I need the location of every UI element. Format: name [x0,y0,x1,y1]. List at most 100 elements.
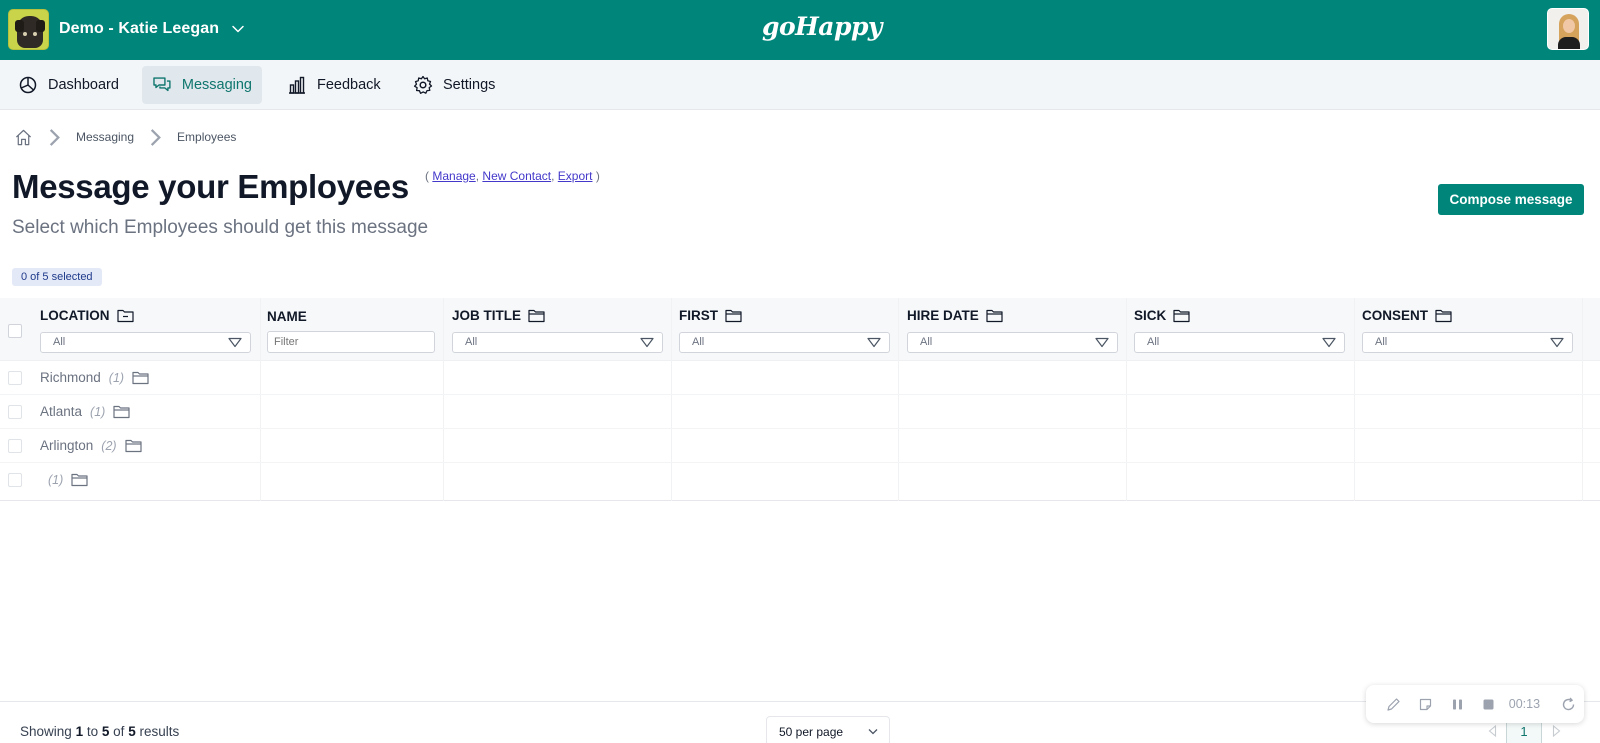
folder-icon[interactable] [986,308,1003,323]
table-row[interactable]: Richmond (1) [0,361,1600,395]
name-filter-input[interactable] [267,331,435,353]
group-label[interactable]: Arlington (2) [40,438,142,453]
account-avatar [8,8,49,50]
nav-item-label: Dashboard [48,77,119,93]
folder-icon[interactable] [124,438,142,453]
restart-button[interactable] [1552,689,1584,719]
page-subtitle: Select which Employees should get this m… [12,217,429,238]
consent-filter-select[interactable]: All [1362,332,1573,353]
table-row[interactable]: (1) [0,463,1600,497]
links-close-paren: ) [595,169,600,183]
results-summary: Showing 1 to 5 of 5 results [20,724,180,739]
note-icon [1419,698,1432,710]
pie-chart-icon [19,76,37,94]
job-title-filter-select[interactable]: All [452,332,663,353]
folder-icon[interactable] [1173,308,1190,323]
export-link[interactable]: Export [558,169,593,183]
account-name: Demo - Katie Leegan [59,20,220,37]
nav-item-dashboard[interactable]: Dashboard [8,66,129,104]
links-comma: , [551,169,555,183]
column-header-job-title[interactable]: JOB TITLE [452,308,545,323]
nav-item-feedback[interactable]: Feedback [277,66,391,104]
group-count: (1) [48,472,64,487]
column-header-location[interactable]: LOCATION [40,308,134,323]
sick-filter-select[interactable]: All [1134,332,1345,353]
chevron-left-icon [1488,725,1496,737]
column-header-name[interactable]: NAME [267,309,307,324]
chevron-right-icon [49,128,60,146]
dropdown-triangle-icon [228,337,242,348]
nav-item-messaging[interactable]: Messaging [142,66,262,104]
row-checkbox[interactable] [8,371,22,385]
dog-photo [15,15,45,48]
nav-item-label: Messaging [181,77,252,93]
per-page-select[interactable]: 50 per page [766,716,890,743]
group-count: (1) [90,404,106,419]
selection-count-badge: 0 of 5 selected [12,268,102,286]
group-label[interactable]: (1) [40,472,88,487]
chevron-right-icon [1552,725,1560,737]
column-header-first[interactable]: FIRST [679,308,742,323]
select-all-checkbox[interactable] [8,324,22,338]
group-count: (2) [101,438,117,453]
pause-icon [1452,699,1462,709]
account-switcher[interactable]: Demo - Katie Leegan [8,8,245,50]
folder-icon[interactable] [113,404,130,419]
column-header-hire-date[interactable]: HIRE DATE [907,308,1003,323]
dropdown-triangle-icon [640,337,654,348]
stop-icon [1483,699,1494,709]
user-avatar[interactable] [1547,8,1589,50]
screen-recorder-toolbar: 00:13 [1366,685,1584,723]
breadcrumb-messaging[interactable]: Messaging [76,130,134,144]
title-links: ( Manage, New Contact, Export ) [425,169,600,183]
page-title: Message your Employees [12,168,409,205]
group-label[interactable]: Richmond (1) [40,370,149,385]
folder-minus-icon[interactable] [116,308,134,323]
draw-button[interactable] [1378,689,1410,719]
folder-icon[interactable] [528,308,545,323]
location-filter-select[interactable]: All [40,332,251,353]
main-nav: Dashboard Messaging Feedback Settings [0,60,1600,110]
dropdown-triangle-icon [1322,337,1336,348]
links-open-paren: ( [425,169,429,183]
group-count: (1) [108,370,125,385]
stop-button[interactable] [1473,689,1505,719]
note-button[interactable] [1410,689,1442,719]
row-checkbox[interactable] [8,439,22,453]
home-icon[interactable] [14,128,33,147]
table-row[interactable]: Arlington (2) [0,429,1600,463]
table-row[interactable]: Atlanta (1) [0,395,1600,429]
chevron-down-icon [868,729,878,735]
row-checkbox[interactable] [8,473,22,487]
breadcrumb: Messaging Employees [14,127,236,147]
group-label[interactable]: Atlanta (1) [40,404,130,419]
compose-message-button[interactable]: Compose message [1438,184,1584,215]
gear-icon [413,75,433,94]
first-filter-select[interactable]: All [679,332,890,353]
chevron-down-icon [232,25,244,33]
column-header-consent[interactable]: CONSENT [1362,308,1452,323]
row-checkbox[interactable] [8,405,22,419]
column-header-sick[interactable]: SICK [1134,308,1190,323]
links-comma: , [475,169,480,183]
gohappy-logo[interactable]: goHappy [762,12,882,41]
pause-button[interactable] [1441,689,1473,719]
breadcrumb-employees: Employees [177,130,237,144]
folder-icon[interactable] [132,370,149,385]
pencil-icon [1387,697,1400,711]
restart-icon [1562,697,1574,710]
dropdown-triangle-icon [867,337,881,348]
dropdown-triangle-icon [1095,337,1109,348]
recording-timer: 00:13 [1508,697,1541,711]
folder-icon[interactable] [1435,308,1452,323]
folder-icon[interactable] [725,308,742,323]
nav-item-label: Settings [443,77,496,93]
dropdown-triangle-icon [1550,337,1564,348]
hire-date-filter-select[interactable]: All [907,332,1118,353]
nav-item-settings[interactable]: Settings [403,66,505,104]
new-contact-link[interactable]: New Contact [482,169,551,183]
folder-icon[interactable] [71,472,88,487]
bar-chart-icon [289,76,305,94]
manage-link[interactable]: Manage [432,169,475,183]
chevron-right-icon [150,128,161,146]
